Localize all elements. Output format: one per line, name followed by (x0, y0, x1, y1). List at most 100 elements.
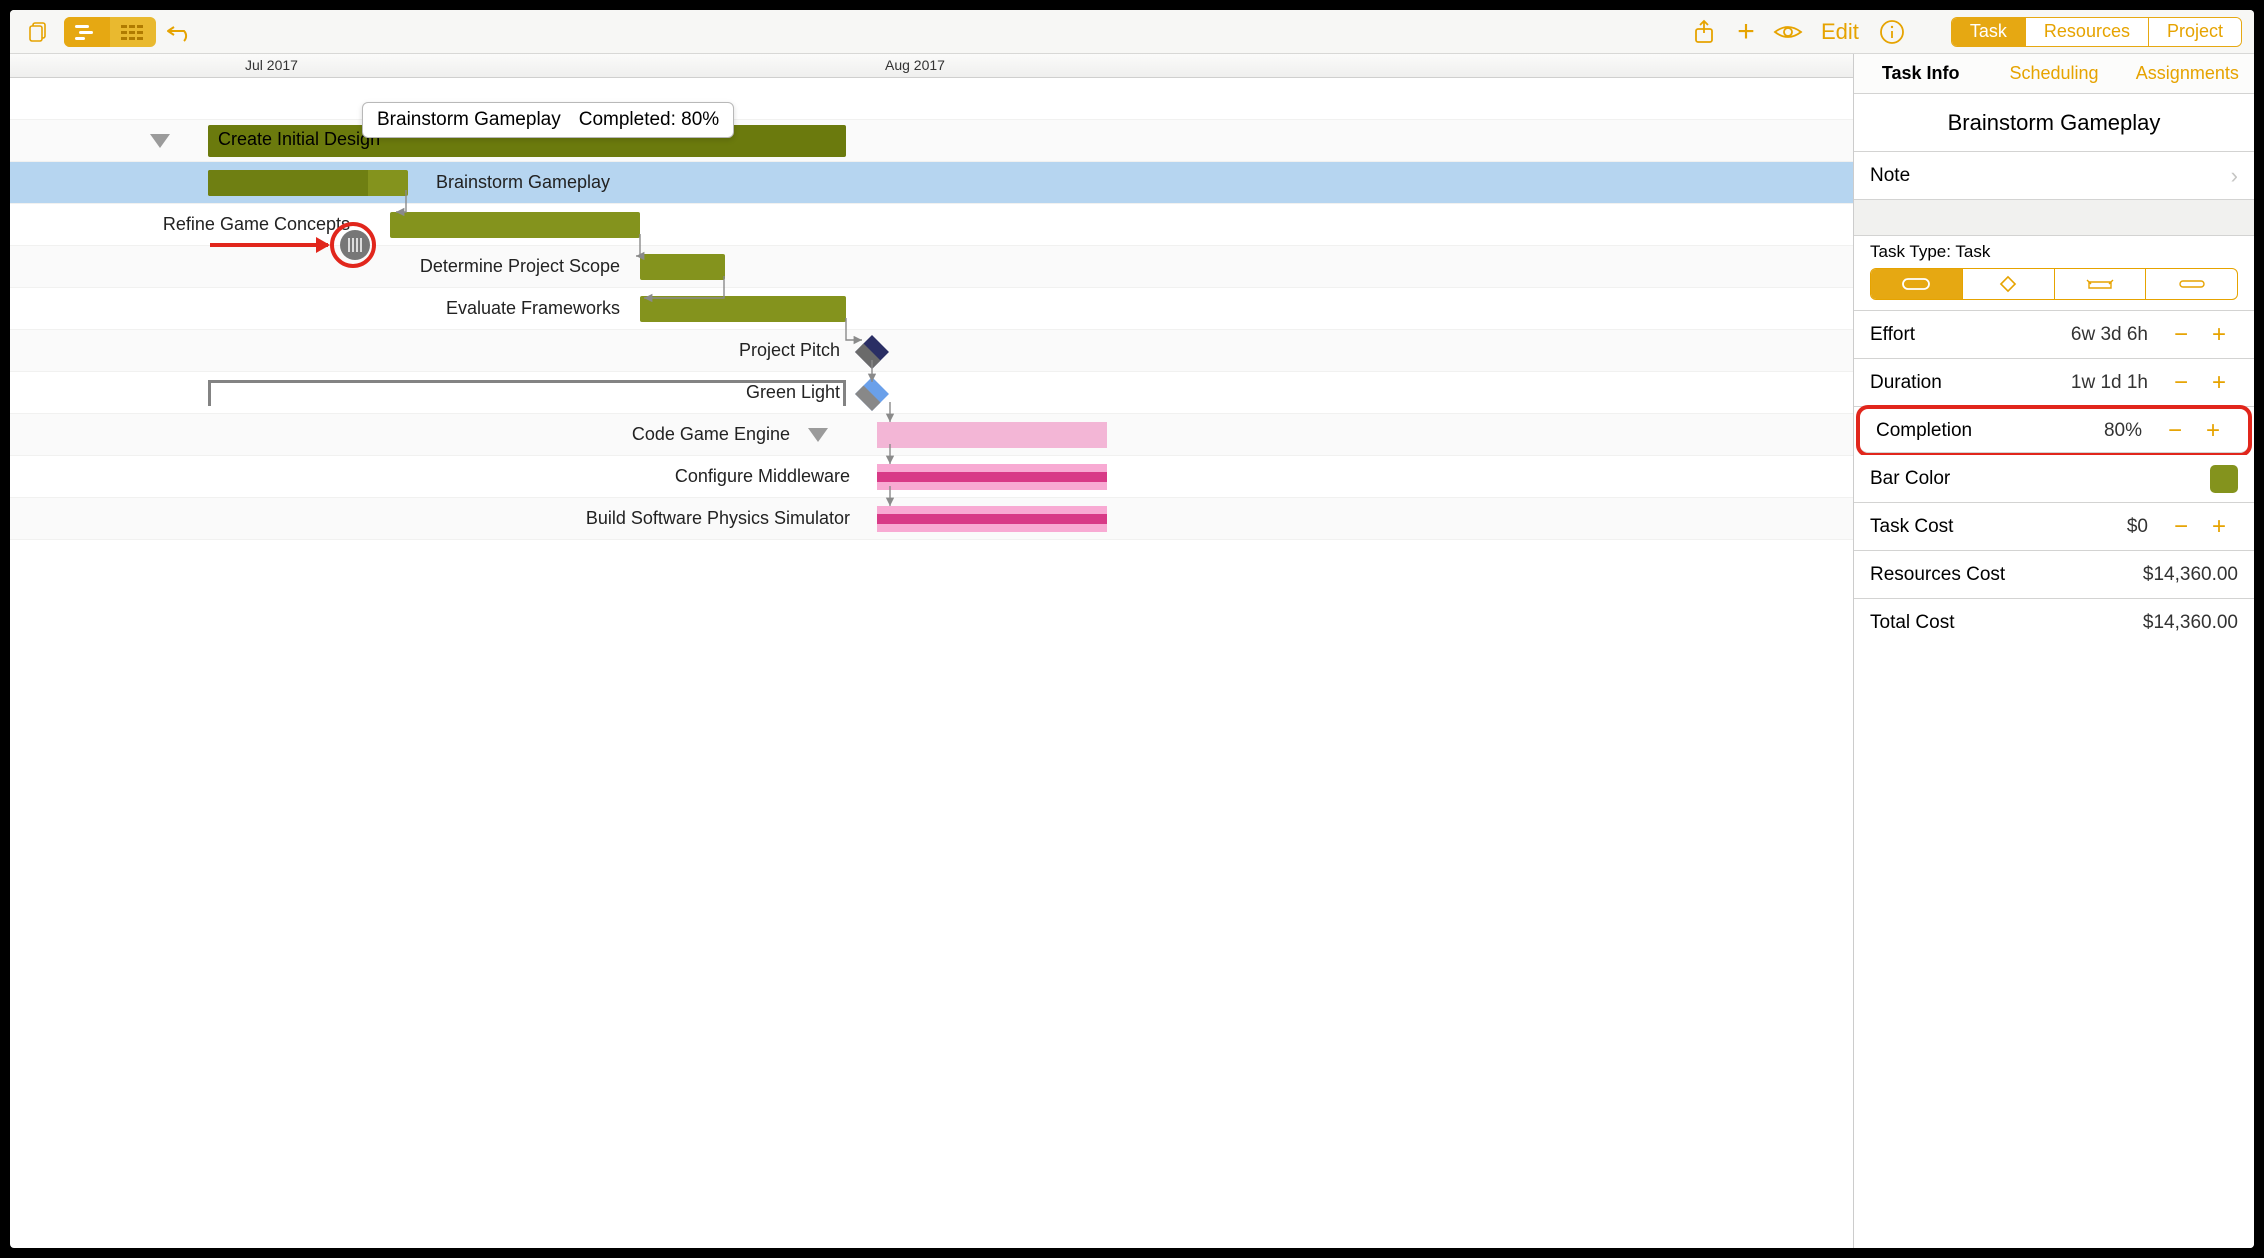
inspector-completion-row: Completion 80% − + (1860, 409, 2248, 453)
gantt-bar-label: Code Game Engine (410, 424, 790, 445)
toolbar: + Edit Task Resources Project (10, 10, 2254, 54)
task-type-hammock-icon[interactable] (2055, 269, 2147, 299)
duration-stepper: − + (2162, 369, 2238, 397)
gantt-task-bar[interactable] (877, 506, 1107, 532)
inspector-resources-cost-row: Resources Cost $14,360.00 (1854, 551, 2254, 599)
inspector-scope-segmented[interactable]: Task Resources Project (1951, 17, 2242, 47)
gantt-bar-label: Evaluate Frameworks (240, 298, 620, 319)
edit-button[interactable]: Edit (1813, 19, 1867, 45)
gantt-row-task[interactable]: Evaluate Frameworks (10, 288, 1853, 330)
task-type-task-icon[interactable] (1871, 269, 1963, 299)
gantt-group-bar[interactable] (877, 422, 1107, 448)
effort-stepper: − + (2162, 321, 2238, 349)
duration-value[interactable]: 1w 1d 1h (2071, 372, 2148, 394)
inspector-duration-row: Duration 1w 1d 1h − + (1854, 359, 2254, 407)
total-cost-value: $14,360.00 (2143, 612, 2238, 634)
gantt-row-task[interactable]: Determine Project Scope (10, 246, 1853, 288)
inspector-task-cost-row: Task Cost $0 − + (1854, 503, 2254, 551)
gantt-row-group[interactable]: Create Initial Design (10, 120, 1853, 162)
gantt-task-bar[interactable] (877, 464, 1107, 490)
task-type-group-icon[interactable] (2146, 269, 2237, 299)
inspector-effort-row: Effort 6w 3d 6h − + (1854, 311, 2254, 359)
gantt-row-hammock[interactable]: Green Light (10, 372, 1853, 414)
stepper-minus-button[interactable]: − (2156, 417, 2194, 445)
stepper-minus-button[interactable]: − (2162, 369, 2200, 397)
total-cost-label: Total Cost (1870, 612, 2143, 634)
task-type-label: Task Type: Task (1870, 242, 2238, 268)
inspector-bar-color-row[interactable]: Bar Color (1854, 455, 2254, 503)
task-cost-stepper: − + (2162, 513, 2238, 541)
stepper-plus-button[interactable]: + (2200, 321, 2238, 349)
gantt-rows: Create Initial Design [ ||| Brainstorm G… (10, 78, 1853, 1248)
gantt-bar-label: Project Pitch (460, 340, 840, 361)
bar-color-label: Bar Color (1870, 468, 2210, 490)
disclosure-triangle-icon[interactable] (150, 134, 170, 148)
tab-scheduling[interactable]: Scheduling (1987, 54, 2120, 93)
duration-label: Duration (1870, 372, 2071, 394)
stepper-minus-button[interactable]: − (2162, 321, 2200, 349)
chevron-right-icon: › (2221, 163, 2238, 189)
milestone-icon[interactable] (855, 335, 889, 369)
info-icon[interactable] (1875, 17, 1909, 47)
inspector-scope-task[interactable]: Task (1952, 18, 2026, 46)
gantt-bar-label: Green Light (460, 382, 840, 403)
task-type-segmented[interactable] (1870, 268, 2238, 300)
gantt-bar-label: Refine Game Concepts (10, 214, 350, 235)
gantt-timeline-header: Jul 2017 Aug 2017 (10, 54, 1853, 78)
gantt-row-milestone[interactable]: Project Pitch (10, 330, 1853, 372)
gantt-row-spacer (10, 78, 1853, 120)
gantt-tooltip: Brainstorm Gameplay Completed: 80% (362, 102, 734, 138)
gantt-bar-label: Configure Middleware (470, 466, 850, 487)
timeline-month: Jul 2017 (245, 57, 298, 73)
inspector-scope-resources[interactable]: Resources (2026, 18, 2149, 46)
share-icon[interactable] (1687, 17, 1721, 47)
resources-cost-value: $14,360.00 (2143, 564, 2238, 586)
undo-icon[interactable] (164, 17, 198, 47)
gantt-row-task[interactable]: [ ||| Brainstorm Gameplay (10, 162, 1853, 204)
documents-icon[interactable] (22, 17, 56, 47)
gantt-bar-label: Build Software Physics Simulator (470, 508, 850, 529)
gantt-task-bar[interactable]: [ ||| (208, 170, 408, 196)
task-type-milestone-icon[interactable] (1963, 269, 2055, 299)
view-mode-grid[interactable] (110, 17, 156, 47)
completion-drag-handle[interactable] (340, 230, 370, 260)
inspector-scope-project[interactable]: Project (2149, 18, 2241, 46)
inspector-panel: Task Info Scheduling Assignments Brainst… (1854, 54, 2254, 1248)
tab-task-info[interactable]: Task Info (1854, 54, 1987, 93)
inspector-note-row[interactable]: Note › (1854, 152, 2254, 200)
resources-cost-label: Resources Cost (1870, 564, 2143, 586)
stepper-plus-button[interactable]: + (2200, 513, 2238, 541)
effort-label: Effort (1870, 324, 2071, 346)
tooltip-task-name: Brainstorm Gameplay (377, 109, 561, 131)
inspector-tabs: Task Info Scheduling Assignments (1854, 54, 2254, 94)
effort-value[interactable]: 6w 3d 6h (2071, 324, 2148, 346)
view-mode-segmented[interactable] (64, 17, 156, 47)
task-cost-value[interactable]: $0 (2127, 516, 2148, 538)
inspector-task-type-row: Task Type: Task (1854, 236, 2254, 311)
inspector-section-gap (1854, 200, 2254, 236)
bar-color-swatch[interactable] (2210, 465, 2238, 493)
view-mode-gantt[interactable] (64, 17, 110, 47)
gantt-row-task[interactable]: Configure Middleware (10, 456, 1853, 498)
stepper-plus-button[interactable]: + (2194, 417, 2232, 445)
app-window: + Edit Task Resources Project Jul 2017 A… (10, 10, 2254, 1248)
gantt-task-bar[interactable] (640, 296, 846, 322)
gantt-row-task[interactable]: Build Software Physics Simulator (10, 498, 1853, 540)
tab-assignments[interactable]: Assignments (2121, 54, 2254, 93)
completion-value[interactable]: 80% (2104, 420, 2142, 442)
stepper-plus-button[interactable]: + (2200, 369, 2238, 397)
gantt-task-bar[interactable] (390, 212, 640, 238)
gantt-chart[interactable]: Jul 2017 Aug 2017 Create Initial Design (10, 54, 1854, 1248)
milestone-icon[interactable] (855, 377, 889, 411)
completion-stepper: − + (2156, 417, 2232, 445)
gantt-bar-completion-fill (208, 170, 368, 196)
eye-icon[interactable] (1771, 17, 1805, 47)
add-icon[interactable]: + (1729, 17, 1763, 47)
disclosure-triangle-icon[interactable] (808, 428, 828, 442)
completion-label: Completion (1876, 420, 2104, 442)
gantt-bar-label: Brainstorm Gameplay (436, 172, 610, 193)
gantt-row-task[interactable]: Refine Game Concepts (10, 204, 1853, 246)
gantt-row-group[interactable]: Code Game Engine (10, 414, 1853, 456)
stepper-minus-button[interactable]: − (2162, 513, 2200, 541)
gantt-task-bar[interactable] (640, 254, 725, 280)
